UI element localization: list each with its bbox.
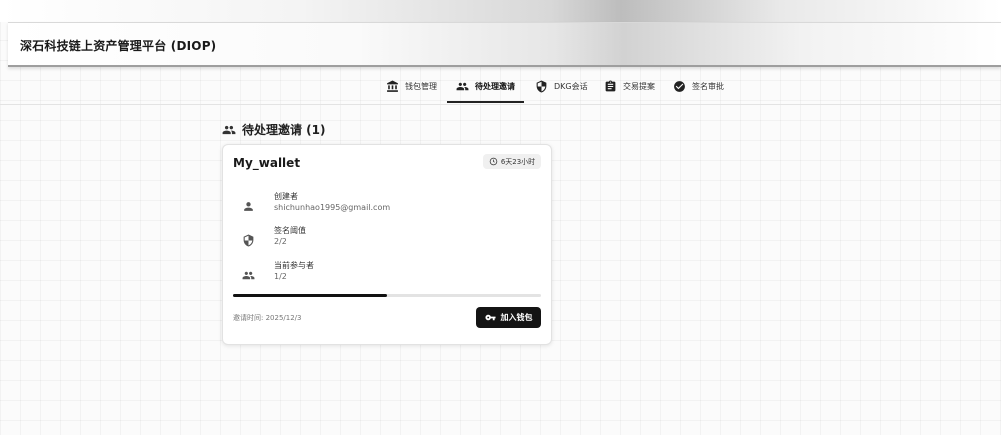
person-icon	[242, 198, 255, 211]
creator-label: 创建者	[274, 192, 298, 201]
progress-fill	[233, 294, 387, 297]
tab-label: 待处理邀请	[475, 81, 515, 91]
participants-row: 当前参与者 1/2	[223, 258, 551, 290]
threshold-row: 签名阈值 2/2	[223, 223, 551, 255]
tab-signature-approval[interactable]: 签名审批	[673, 75, 724, 97]
join-wallet-label: 加入钱包	[500, 313, 533, 322]
nav-bar: 钱包管理 待处理邀请 DKG会话 交易提案 签名审批	[0, 68, 1001, 105]
shield-icon	[536, 80, 547, 92]
shield-icon	[242, 232, 255, 247]
threshold-value: 2/2	[274, 237, 287, 246]
group-icon	[242, 267, 255, 280]
participants-progress-bar	[233, 294, 541, 297]
app-header: 深石科技链上资产管理平台 (DIOP)	[8, 22, 1001, 67]
time-remaining-text: 6天23小时	[500, 157, 536, 166]
creator-row: 创建者 shichunhao1995@gmail.com	[223, 189, 551, 221]
threshold-label: 签名阈值	[274, 226, 306, 235]
tab-wallet-management[interactable]: 钱包管理	[386, 75, 437, 97]
active-tab-indicator	[447, 101, 524, 103]
tab-label: 交易提案	[623, 81, 655, 91]
section-title: 待处理邀请 (1)	[242, 123, 326, 137]
join-wallet-button[interactable]: 加入钱包	[476, 307, 541, 328]
tab-transaction-proposals[interactable]: 交易提案	[604, 75, 655, 97]
check-circle-icon	[674, 80, 685, 92]
participants-value: 1/2	[274, 272, 287, 281]
app-title: 深石科技链上资产管理平台 (DIOP)	[20, 39, 217, 53]
invite-time: 邀请时间: 2025/12/3	[233, 314, 302, 322]
wallet-name: My_wallet	[233, 156, 301, 170]
creator-email: shichunhao1995@gmail.com	[274, 203, 391, 212]
participants-label: 当前参与者	[274, 261, 314, 270]
tab-label: 钱包管理	[405, 81, 437, 91]
bank-icon	[387, 80, 398, 92]
group-icon	[222, 125, 236, 134]
section-heading: 待处理邀请 (1)	[222, 121, 326, 138]
invitation-card: My_wallet 6天23小时 创建者 shichunhao1995@gmai…	[222, 144, 552, 345]
tab-label: 签名审批	[692, 81, 724, 91]
top-decor-strip	[0, 0, 1001, 22]
tab-label: DKG会话	[554, 81, 588, 91]
clock-icon	[489, 157, 498, 166]
tab-dkg-session[interactable]: DKG会话	[535, 75, 588, 97]
time-remaining-badge: 6天23小时	[483, 154, 541, 169]
tab-pending-invitations[interactable]: 待处理邀请	[456, 75, 515, 97]
clipboard-icon	[605, 80, 616, 91]
group-icon	[456, 82, 469, 90]
key-icon	[484, 314, 496, 321]
